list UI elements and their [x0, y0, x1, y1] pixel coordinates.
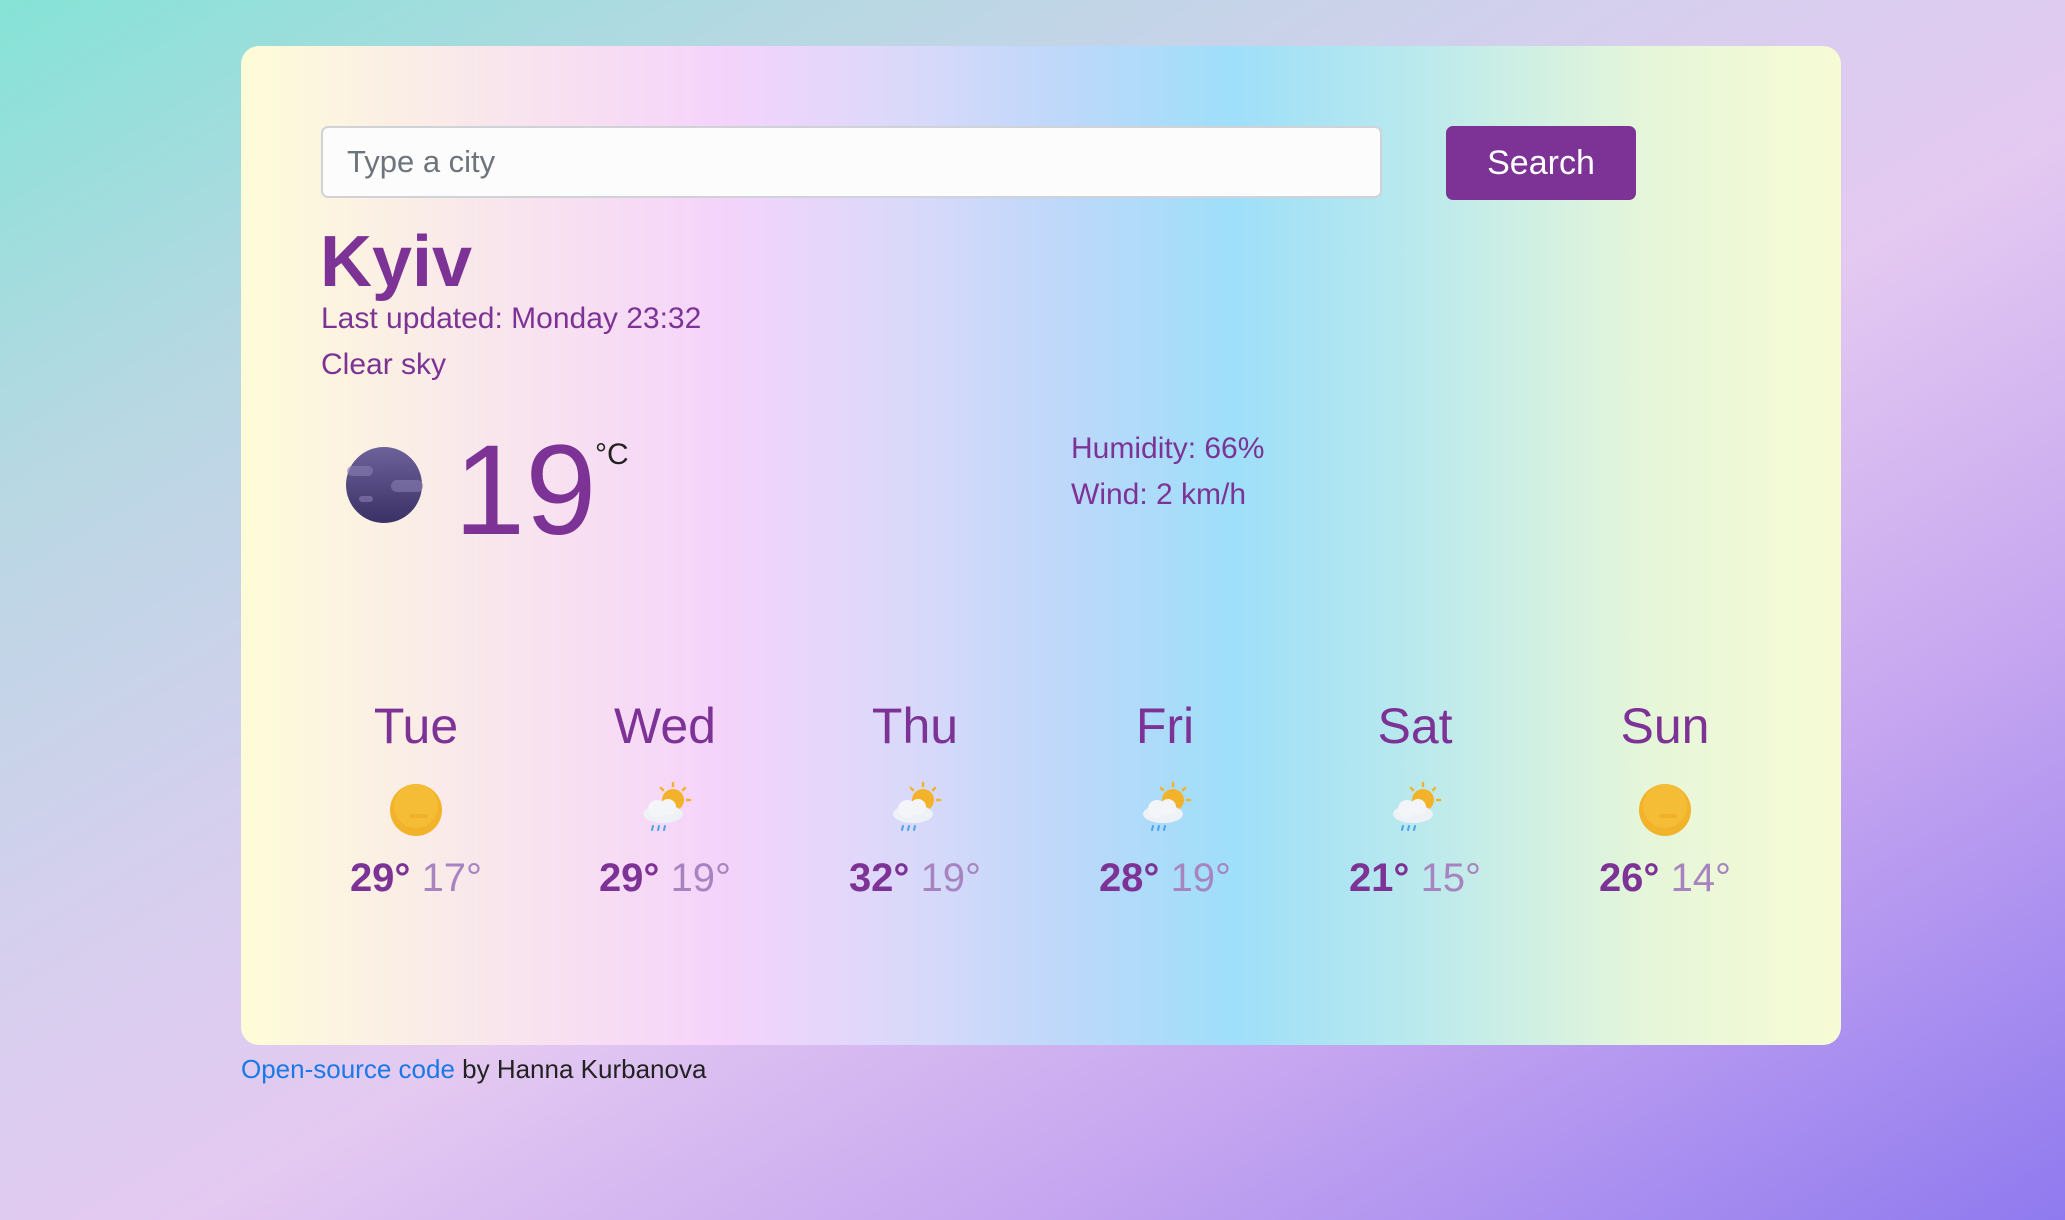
forecast-temperatures: 29° 17° [316, 854, 516, 902]
forecast-temperatures: 32° 19° [815, 854, 1015, 902]
forecast-day: Fri 28° 19° [1065, 696, 1265, 902]
last-updated-text: Last updated: Monday 23:32 [321, 302, 702, 335]
forecast-day-name: Fri [1135, 698, 1195, 754]
forecast-max-temp: 28° [1098, 856, 1160, 900]
sun-icon [1639, 784, 1691, 836]
forecast-day: Sun 26° 14° [1565, 696, 1765, 902]
forecast-max-temp: 26° [1598, 856, 1660, 900]
city-search-input[interactable] [321, 126, 1382, 198]
forecast-day-name: Tue [373, 698, 459, 754]
forecast-day-name: Thu [871, 698, 959, 754]
humidity-text: Humidity: 66% [1071, 432, 1265, 465]
forecast-min-temp: 17° [421, 856, 483, 900]
forecast-day-name: Sat [1377, 698, 1453, 754]
sun-icon [390, 784, 442, 836]
forecast-max-temp: 29° [598, 856, 660, 900]
forecast-day: Tue 29° 17° [316, 696, 516, 902]
forecast-day: Thu 32° 19° [815, 696, 1015, 902]
rain-sun-cloud-icon [1143, 781, 1192, 831]
footer-credit: Open-source code by Hanna Kurbanova [241, 1054, 706, 1085]
forecast-temperatures: 29° 19° [565, 854, 765, 902]
city-name: Kyiv [320, 222, 473, 302]
forecast-min-temp: 19° [670, 856, 732, 900]
forecast-day-name: Wed [614, 698, 716, 754]
moon-icon [346, 447, 423, 523]
forecast-day: Wed 29° 19° [565, 696, 765, 902]
forecast-day: Sat 21° 15° [1315, 696, 1515, 902]
weather-description: Clear sky [321, 348, 447, 381]
search-button[interactable]: Search [1446, 126, 1636, 200]
weather-card: Search Kyiv Last updated: Monday 23:32 C… [241, 46, 1841, 1045]
forecast-max-temp: 29° [349, 856, 411, 900]
forecast-max-temp: 32° [848, 856, 910, 900]
wind-text: Wind: 2 km/h [1071, 478, 1247, 511]
forecast-max-temp: 21° [1348, 856, 1410, 900]
forecast-min-temp: 14° [1670, 856, 1732, 900]
forecast-temperatures: 21° 15° [1315, 854, 1515, 902]
rain-sun-cloud-icon [893, 781, 942, 831]
temperature-unit-celsius[interactable]: °C [595, 438, 629, 472]
forecast-temperatures: 28° 19° [1065, 854, 1265, 902]
open-source-link[interactable]: Open-source code [241, 1054, 455, 1084]
forecast-min-temp: 19° [920, 856, 982, 900]
forecast-min-temp: 15° [1420, 856, 1482, 900]
rain-sun-cloud-icon [1393, 781, 1442, 831]
forecast-temperatures: 26° 14° [1565, 854, 1765, 902]
forecast-day-name: Sun [1620, 698, 1710, 754]
forecast-min-temp: 19° [1170, 856, 1232, 900]
rain-sun-cloud-icon [643, 781, 692, 831]
current-temperature: 19 [454, 419, 597, 562]
author-credit: by Hanna Kurbanova [454, 1054, 707, 1084]
